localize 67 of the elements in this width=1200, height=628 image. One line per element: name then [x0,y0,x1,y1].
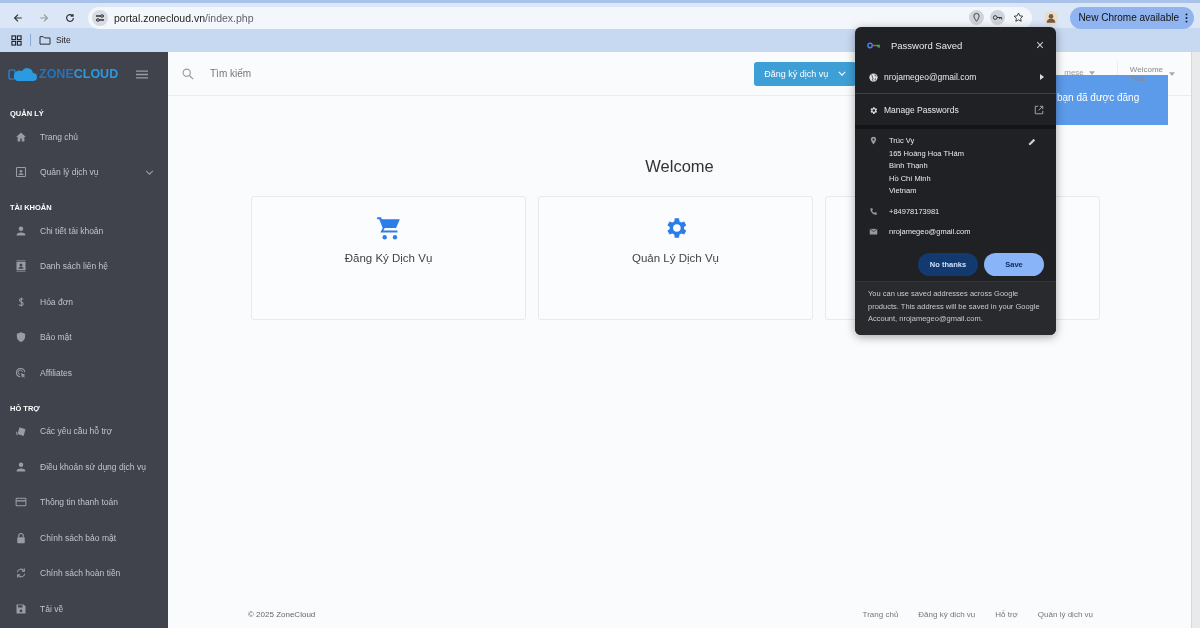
sidebar-item[interactable]: Chính sách hoàn tiền [0,555,168,591]
settings-icon [869,105,878,115]
page-title: Welcome [645,156,714,176]
url-text: portal.zonecloud.vn/index.php [114,11,254,24]
caret-icon [1169,71,1175,76]
sidebar-item[interactable]: Quản lý dịch vụ [0,154,168,190]
sidebar-item[interactable]: Điều khoản sử dụng dịch vụ [0,449,168,485]
card-title: Quản Lý Dịch Vụ [632,252,719,264]
footer-link[interactable]: Đăng ký dịch vụ [918,609,976,619]
sidebar-item[interactable]: Affiliates [0,355,168,391]
location-pin-icon [869,136,878,145]
address-bar[interactable]: portal.zonecloud.vn/index.php [88,6,1033,29]
profile-avatar-icon[interactable] [1044,10,1059,25]
key-icon [867,41,881,49]
sidebar-item[interactable]: Thông tin thanh toán [0,484,168,520]
footer-link[interactable]: Hỗ trợ [995,609,1018,619]
scrollbar[interactable] [1191,52,1200,628]
contacts-icon [15,260,27,273]
close-icon[interactable] [1036,41,1044,49]
sidebar-item[interactable]: Chi tiết tài khoản [0,213,168,249]
card-title: Đăng Ký Dịch Vụ [344,252,433,264]
external-link-icon [1034,105,1044,115]
target-icon [15,366,27,379]
more-icon [1185,12,1188,23]
bookmark-folder[interactable]: Site [39,35,71,45]
search-icon [182,67,194,80]
footer-link[interactable]: Trang chủ [862,609,899,619]
service-card[interactable]: Quản Lý Dịch Vụ [538,196,813,320]
cart-icon [375,215,402,241]
card-icon [15,496,27,509]
logo[interactable]: ZONECLOUD [8,66,119,82]
dialog-title: Password Saved [891,39,964,51]
sidebar-item[interactable]: Các yêu cầu hỗ trợ [0,413,168,449]
pencil-icon[interactable] [1028,138,1036,146]
sidebar-item[interactable]: Danh sách liên hệ [0,248,168,284]
menu-icon[interactable] [136,69,148,79]
sidebar-item[interactable]: Bảo mật [0,319,168,355]
floppy-icon [15,602,27,615]
footer-link[interactable]: Quản lý dịch vụ [1037,609,1093,619]
home-icon [15,130,27,143]
folder-icon [39,35,51,45]
site-settings-icon[interactable] [92,9,108,26]
arrow-right-icon [1040,74,1044,80]
tickets-icon [15,425,27,438]
sidebar-item[interactable]: Chính sách bảo mật [0,520,168,556]
mail-icon [869,227,878,236]
chevron-down-icon [838,71,847,76]
reload-icon[interactable] [64,11,76,24]
sidebar-item[interactable]: Tải về [0,591,168,627]
globe-icon [869,72,878,82]
lock-icon [15,531,27,544]
shield-icon [15,331,27,344]
update-button[interactable]: New Chrome available [1070,6,1194,29]
phone-icon [869,206,878,216]
back-icon[interactable] [12,11,24,24]
refresh-icon [15,567,27,580]
location-pin-icon[interactable] [969,10,985,25]
search-field[interactable]: Tìm kiếm [208,67,412,80]
person-icon [15,460,27,473]
id-card-icon [15,166,27,179]
apps-grid-icon[interactable] [11,34,22,46]
service-card[interactable]: Đăng Ký Dịch Vụ [251,196,526,320]
copyright-text: © 2025 ZoneCloud [248,609,316,619]
sidebar-item[interactable]: Hóa đơn [0,284,168,320]
person-icon [15,224,27,237]
sidebar-item[interactable]: Trang chủ [0,119,168,155]
key-icon[interactable] [990,10,1006,25]
